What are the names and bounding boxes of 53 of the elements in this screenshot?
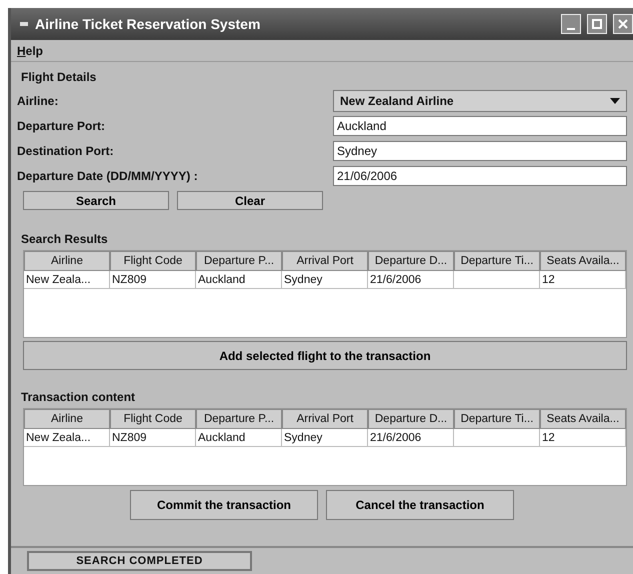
column-header[interactable]: Departure D... [368, 409, 454, 429]
search-button[interactable]: Search [23, 191, 169, 210]
airline-dropdown[interactable]: New Zealand Airline [333, 90, 627, 112]
menu-item[interactable]: Help [17, 44, 44, 58]
minimize-button[interactable] [561, 14, 581, 34]
table-cell: New Zeala... [24, 271, 110, 289]
cancel-button[interactable]: Cancel the transaction [326, 490, 514, 520]
table-cell: 12 [540, 429, 626, 447]
column-header[interactable]: Flight Code [110, 251, 196, 271]
minimize-icon [567, 28, 575, 30]
table-cell: New Zeala... [24, 429, 110, 447]
input-field[interactable]: Sydney [333, 140, 627, 160]
table-cell: NZ809 [110, 429, 196, 447]
table-cell: 21/6/2006 [368, 271, 454, 289]
column-header[interactable]: Airline [24, 251, 110, 271]
field-label: Departure Date (DD/MM/YYYY) : [17, 168, 199, 182]
input-field[interactable]: Auckland [333, 116, 627, 136]
status-text: SEARCH COMPLETED [27, 551, 252, 571]
column-header[interactable]: Seats Availa... [540, 251, 626, 271]
table-cell: Auckland [196, 429, 282, 447]
window-title: Airline Ticket Reservation System [35, 16, 262, 32]
column-header[interactable]: Departure Ti... [454, 251, 540, 271]
column-header[interactable]: Flight Code [110, 409, 196, 429]
column-header[interactable]: Departure Ti... [454, 409, 540, 429]
group-title: Transaction content [21, 390, 136, 404]
table-cell: Sydney [282, 429, 368, 447]
column-header[interactable]: Seats Availa... [540, 409, 626, 429]
table-cell: NZ809 [110, 271, 196, 289]
field-label: Destination Port: [17, 144, 115, 158]
column-header[interactable]: Departure D... [368, 251, 454, 271]
dropdown-arrow-icon [610, 98, 620, 104]
add-flight-button[interactable]: Add selected flight to the transaction [23, 341, 627, 370]
column-header[interactable]: Arrival Port [282, 409, 368, 429]
field-label: Airline: [17, 94, 60, 108]
table-cell: 21/6/2006 [368, 429, 454, 447]
commit-button[interactable]: Commit the transaction [130, 490, 318, 520]
table-cell: Auckland [196, 271, 282, 289]
clear-button[interactable]: Clear [177, 191, 323, 210]
field-label: Departure Port: [17, 118, 106, 132]
column-header[interactable]: Arrival Port [282, 251, 368, 271]
maximize-icon [592, 19, 602, 29]
group-title: Search Results [21, 232, 109, 246]
table-cell: Sydney [282, 271, 368, 289]
app-icon [19, 19, 29, 29]
close-icon [618, 19, 628, 29]
close-button[interactable] [613, 14, 633, 34]
group-title: Flight Details [21, 70, 98, 84]
maximize-button[interactable] [587, 14, 607, 34]
input-field[interactable]: 21/06/2006 [333, 166, 627, 186]
column-header[interactable]: Airline [24, 409, 110, 429]
column-header[interactable]: Departure P... [196, 409, 282, 429]
column-header[interactable]: Departure P... [196, 251, 282, 271]
table-cell: 12 [540, 271, 626, 289]
